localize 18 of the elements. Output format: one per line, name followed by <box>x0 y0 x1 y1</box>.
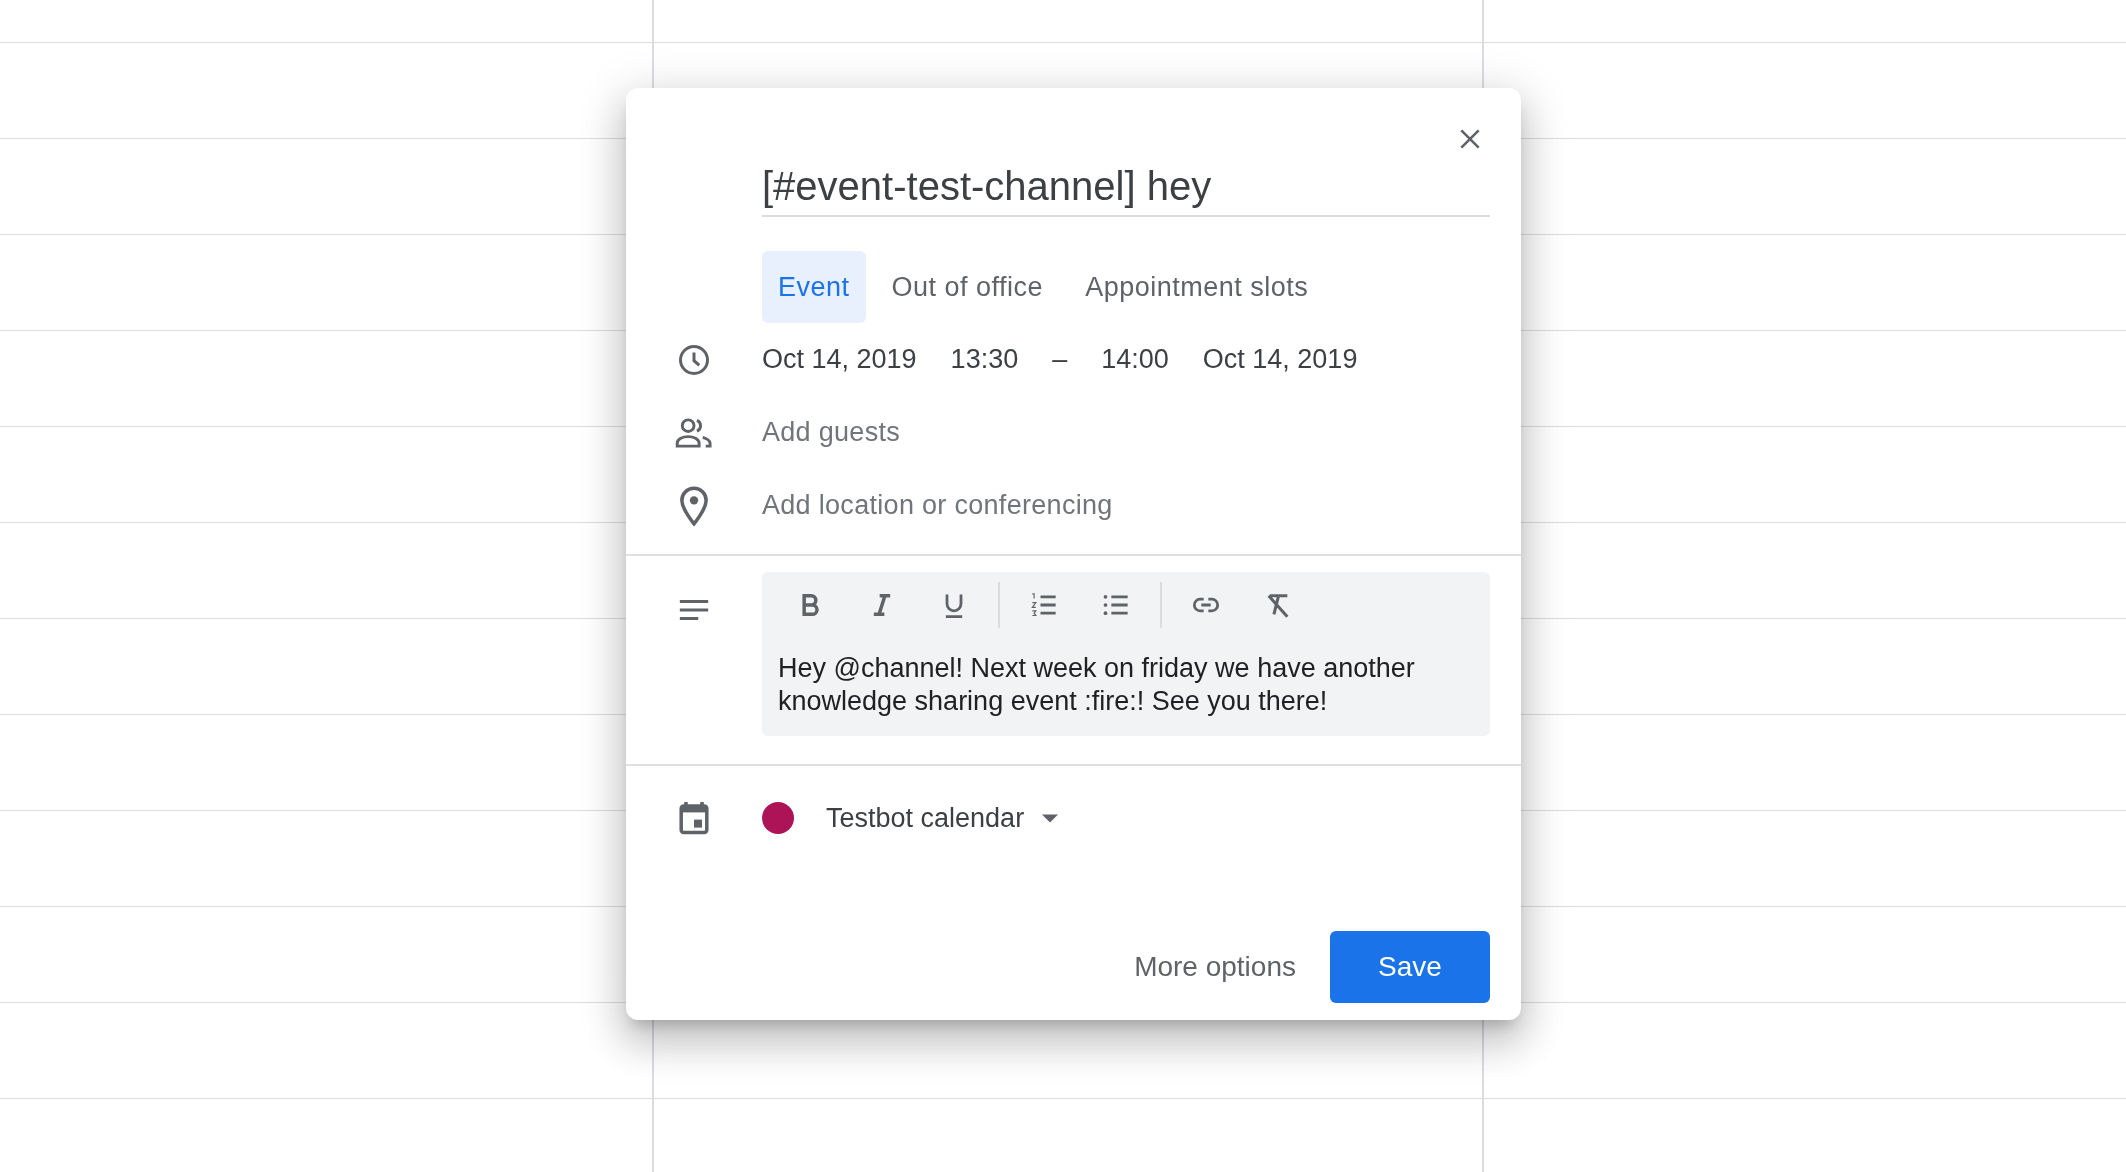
description-lines-icon <box>677 598 711 622</box>
more-options-button[interactable]: More options <box>1124 931 1306 1003</box>
start-time[interactable]: 13:30 <box>950 344 1019 375</box>
caret-icon <box>1042 813 1059 823</box>
description-editor[interactable]: Hey @channel! Next week on friday we have another knowledge sharing event :fire:! See you there! <box>762 572 1490 736</box>
calendar-icon <box>678 800 710 836</box>
location-pin-icon <box>677 484 711 527</box>
start-date[interactable]: Oct 14, 2019 <box>762 344 917 375</box>
event-type-tab[interactable]: Appointment slots <box>1069 251 1325 323</box>
people-icon <box>675 415 713 450</box>
description-text: Hey @channel! Next week on friday we have another knowledge sharing event :fire:! See you there! <box>778 652 1416 718</box>
save-button[interactable]: Save <box>1330 931 1490 1003</box>
time-separator: – <box>1052 344 1068 375</box>
event-type-tab[interactable]: Out of office <box>875 251 1060 323</box>
end-time[interactable]: 14:00 <box>1101 344 1169 375</box>
calendar-dropdown[interactable]: Testbot calendar <box>826 802 1059 834</box>
event-type-tab[interactable]: Event <box>762 251 866 323</box>
end-date[interactable]: Oct 14, 2019 <box>1202 344 1358 375</box>
